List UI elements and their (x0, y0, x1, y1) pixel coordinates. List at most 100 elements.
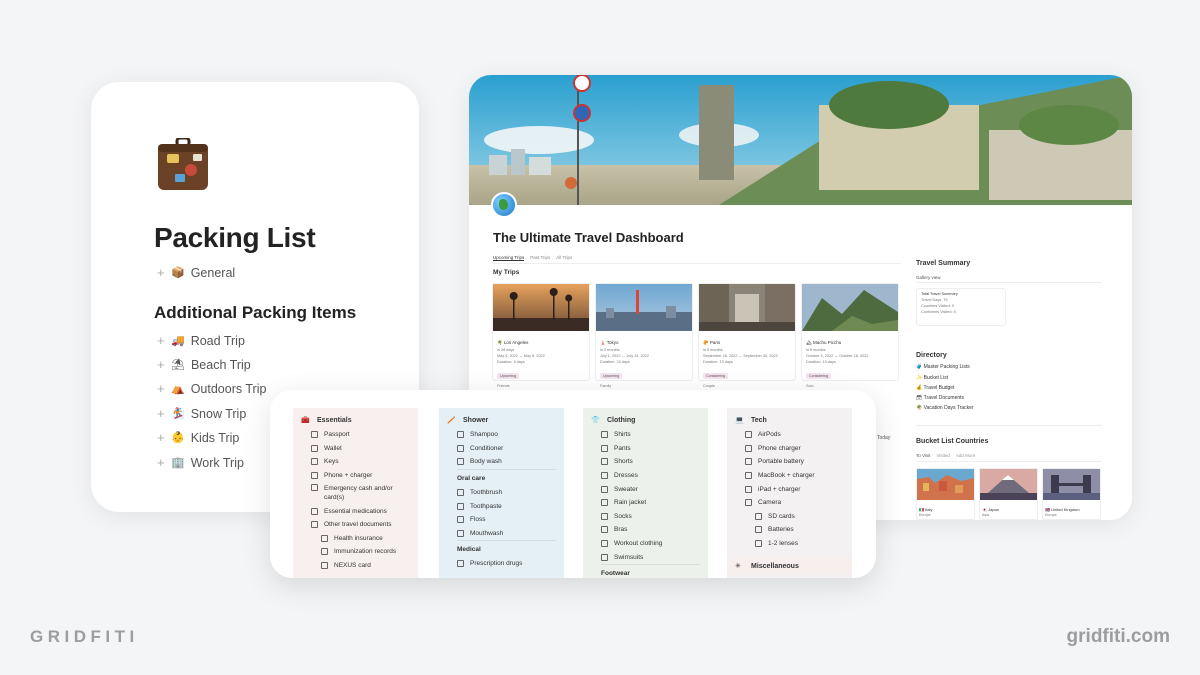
directory-item[interactable]: ✨ Bucket List (916, 375, 948, 381)
trip-card[interactable]: 🥐 Paris in 5 months September 18, 2022 →… (698, 283, 796, 388)
country-card[interactable]: 🇯🇵 Japan Asia (979, 468, 1038, 520)
checklist-item[interactable]: SD cards (735, 510, 852, 524)
checkbox[interactable] (745, 458, 752, 466)
checklist-item[interactable]: Phone + charger (301, 469, 418, 483)
country-card[interactable]: 🇮🇹 Italy Europe (916, 468, 975, 520)
checkbox[interactable] (755, 526, 762, 534)
checkbox[interactable] (311, 444, 318, 452)
checklist-item[interactable]: Shirts (591, 428, 708, 442)
checklist-item[interactable]: Rain jacket (591, 496, 708, 510)
checklist-item[interactable]: Bras (591, 523, 708, 537)
checklist-item[interactable]: Socks (591, 510, 708, 524)
checkbox[interactable] (745, 485, 752, 493)
checkbox[interactable] (745, 499, 752, 507)
trip-card[interactable]: 🏔 Machu Picchu in 5 months October 4, 20… (801, 283, 899, 388)
tab-upcoming-trips[interactable]: Upcoming Trips (493, 255, 525, 261)
link-outdoors-trip[interactable]: + ⛺ Outdoors Trip (157, 381, 266, 396)
link-road-trip[interactable]: + 🚚 Road Trip (157, 333, 245, 348)
checklist-item[interactable]: Other travel documents (301, 518, 418, 532)
checklist-item[interactable]: Sweater (591, 482, 708, 496)
checkbox[interactable] (321, 548, 328, 556)
checkbox[interactable] (311, 458, 318, 466)
link-general[interactable]: + 📦 General (157, 265, 235, 280)
checkbox[interactable] (755, 512, 762, 520)
summary-card[interactable]: Total Travel Summary Travel Days: 79 Cou… (916, 288, 1006, 326)
checklist-item[interactable]: AirPods (735, 428, 852, 442)
tab-all-trips[interactable]: All Trips (556, 255, 572, 261)
checklist-item[interactable]: Health insurance (301, 532, 418, 546)
checkbox[interactable] (601, 512, 608, 520)
tab-past-trips[interactable]: Past Trips (530, 255, 550, 261)
link-kids-trip[interactable]: + 👶 Kids Trip (157, 430, 239, 445)
checkbox[interactable] (601, 553, 608, 561)
checkbox[interactable] (457, 529, 464, 537)
checkbox[interactable] (601, 540, 608, 548)
checkbox[interactable] (457, 444, 464, 452)
checklist-item[interactable]: Prescription drugs (447, 557, 564, 571)
tab-add-more[interactable]: Add More (956, 453, 976, 458)
trip-card[interactable]: 🗼 Tokyo in 2 months July 1, 2022 → July … (595, 283, 693, 388)
checkbox[interactable] (601, 485, 608, 493)
checklist-item[interactable]: Pants (591, 442, 708, 456)
directory-item[interactable]: 🧳 Master Packing Lists (916, 364, 970, 370)
checklist-item[interactable]: Emergency cash and/or card(s) (301, 482, 418, 504)
checkbox[interactable] (745, 472, 752, 480)
checkbox[interactable] (457, 560, 464, 568)
checkbox[interactable] (457, 502, 464, 510)
checkbox[interactable] (311, 507, 318, 515)
checklist-item[interactable]: 1-2 lenses (735, 537, 852, 551)
link-work-trip[interactable]: + 🏢 Work Trip (157, 455, 244, 470)
checkbox[interactable] (457, 458, 464, 466)
checkbox[interactable] (457, 431, 464, 439)
checklist-item[interactable]: MacBook + charger (735, 469, 852, 483)
checklist-item[interactable]: Essential medications (301, 504, 418, 518)
checklist-item[interactable]: Mouthwash (447, 527, 564, 541)
link-snow-trip[interactable]: + 🏂 Snow Trip (157, 406, 246, 421)
checkbox[interactable] (601, 526, 608, 534)
checklist-item[interactable]: Phone charger (735, 442, 852, 456)
checkbox[interactable] (311, 521, 318, 529)
checklist-item[interactable]: Shorts (591, 455, 708, 469)
checklist-item[interactable]: NEXUS card (301, 559, 418, 573)
checklist-item[interactable]: iPad + charger (735, 482, 852, 496)
checkbox[interactable] (601, 472, 608, 480)
checklist-item[interactable]: Toothpaste (447, 499, 564, 513)
checkbox[interactable] (457, 489, 464, 497)
checklist-item[interactable]: Toothbrush (447, 486, 564, 500)
checklist-item[interactable]: Conditioner (447, 442, 564, 456)
directory-item[interactable]: 🗃 Travel Documents (916, 395, 964, 401)
link-beach-trip[interactable]: + ⛱ Beach Trip (157, 357, 251, 372)
checkbox[interactable] (457, 516, 464, 524)
directory-item[interactable]: 💰 Travel Budget (916, 385, 954, 391)
tab-visited[interactable]: Visited (936, 453, 949, 458)
checklist-item[interactable]: Wallet (301, 442, 418, 456)
checklist-item[interactable]: Immunization records (301, 545, 418, 559)
checkbox[interactable] (601, 499, 608, 507)
checklist-item[interactable]: Body wash (447, 455, 564, 469)
checklist-item[interactable]: Shampoo (447, 428, 564, 442)
checkbox[interactable] (601, 431, 608, 439)
checkbox[interactable] (311, 431, 318, 439)
checkbox[interactable] (755, 540, 762, 548)
checkbox[interactable] (601, 458, 608, 466)
checklist-item[interactable]: Swimsuits (591, 550, 708, 564)
checkbox[interactable] (321, 534, 328, 542)
trip-card[interactable]: 🌴 Los Angeles in 28 days May 4, 2022 → M… (492, 283, 590, 388)
tab-gallery-view[interactable]: Gallery view (916, 275, 941, 280)
checklist-item[interactable]: Batteries (735, 523, 852, 537)
tab-to-visit[interactable]: To Visit (916, 453, 930, 458)
checklist-item[interactable]: Dresses (591, 469, 708, 483)
checklist-item[interactable]: Floss (447, 513, 564, 527)
checkbox[interactable] (601, 444, 608, 452)
checkbox[interactable] (321, 562, 328, 570)
checkbox[interactable] (311, 484, 318, 492)
checklist-item[interactable]: Keys (301, 455, 418, 469)
directory-item[interactable]: 🌴 Vacation Days Tracker (916, 405, 974, 411)
checklist-item[interactable]: Portable battery (735, 455, 852, 469)
checkbox[interactable] (745, 444, 752, 452)
checklist-item[interactable]: Workout clothing (591, 537, 708, 551)
checkbox[interactable] (745, 431, 752, 439)
checkbox[interactable] (311, 472, 318, 480)
checklist-item[interactable]: Camera (735, 496, 852, 510)
checklist-item[interactable]: Passport (301, 428, 418, 442)
